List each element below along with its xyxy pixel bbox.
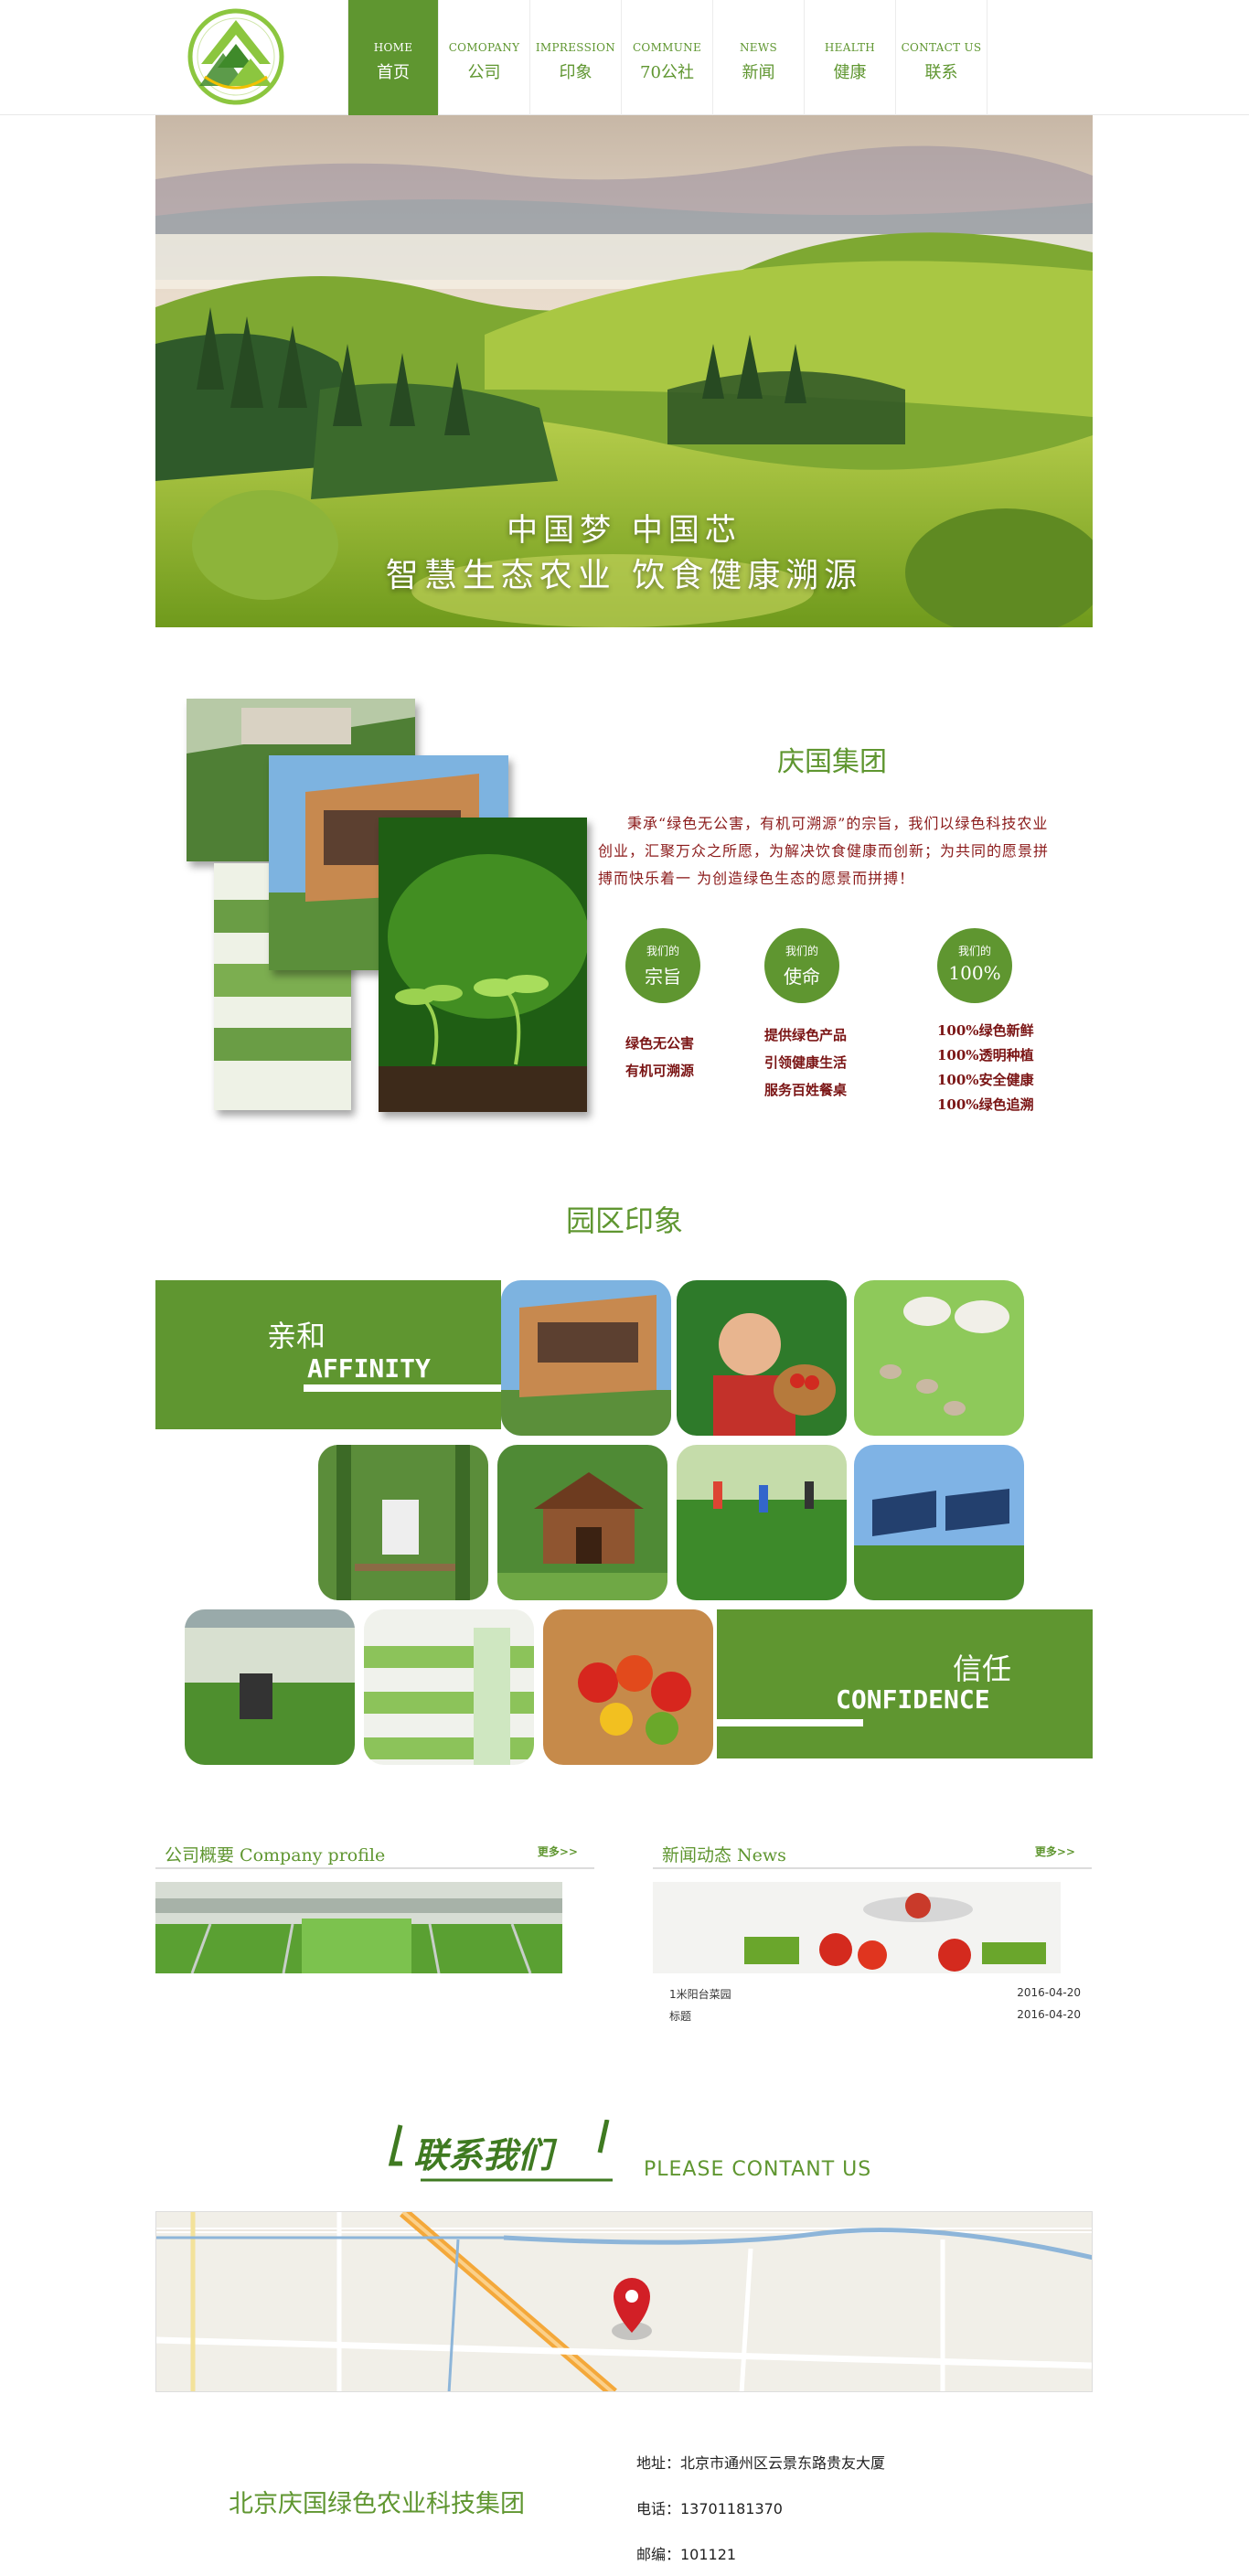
impression-photo-child-basket[interactable] <box>677 1280 847 1436</box>
nav-contact[interactable]: CONTACT US 联系 <box>896 0 987 115</box>
profile-photo[interactable] <box>155 1882 562 1974</box>
nav-company-cn: 公司 <box>467 63 501 82</box>
news-item-date: 2016-04-20 <box>1017 2008 1081 2021</box>
impression-photo-hydroponics[interactable] <box>364 1609 534 1765</box>
nav-home[interactable]: HOME 首页 <box>347 0 439 115</box>
mission-item: 服务百姓餐桌 <box>764 1082 848 1098</box>
nav-commune[interactable]: COMMUNE 70公社 <box>622 0 713 115</box>
banner-slogan-1: 中国梦 中国芯 <box>507 512 742 549</box>
impression-title: 园区印象 <box>565 1203 683 1238</box>
nav-commune-en: COMMUNE <box>632 41 702 54</box>
contact-postcode: 邮编：101121 <box>636 2546 737 2563</box>
impression-photo-cabin[interactable] <box>497 1445 667 1600</box>
nav-contact-en: CONTACT US <box>901 41 982 54</box>
contact-address: 地址：北京市通州区云景东路贵友大厦 <box>636 2454 886 2472</box>
news-item-title[interactable]: 标题 <box>669 2010 691 2023</box>
nav-health[interactable]: HEALTH 健康 <box>805 0 896 115</box>
about-photo-collage <box>187 699 589 1119</box>
impression-photo-vegetable-basket[interactable] <box>543 1609 713 1765</box>
mission-item: 引领健康生活 <box>764 1054 848 1071</box>
news-item-title[interactable]: 1米阳台菜园 <box>669 1988 731 2001</box>
affinity-en: AFFINITY <box>307 1353 431 1384</box>
location-map[interactable] <box>155 2211 1093 2392</box>
nav-impression-en: IMPRESSION <box>535 41 616 54</box>
nav-home-en: HOME <box>373 41 413 54</box>
circle-100: 我们的 100% <box>937 928 1012 1003</box>
nav-news[interactable]: NEWS 新闻 <box>713 0 805 115</box>
circle-purpose: 我们的 宗旨 <box>625 928 700 1003</box>
confidence-en: CONFIDENCE <box>836 1684 990 1715</box>
confidence-block: 信任 CONFIDENCE <box>717 1609 1093 1758</box>
nav-health-cn: 健康 <box>833 63 867 82</box>
profile-more-link[interactable]: 更多>> <box>538 1844 578 1859</box>
impression-photo-field-workers[interactable] <box>677 1445 847 1600</box>
company-name: 北京庆国绿色农业科技集团 <box>229 2490 525 2518</box>
nav-contact-cn: 联系 <box>924 63 958 82</box>
impression-photo-building[interactable] <box>501 1280 671 1436</box>
main-nav: HOME 首页 COMOPANY 公司 IMPRESSION 印象 COMMUN… <box>347 0 987 115</box>
hero-banner: 中国梦 中国芯 智慧生态农业 饮食健康溯源 <box>155 115 1093 627</box>
impression-photo-solar[interactable] <box>854 1445 1024 1600</box>
percent-item: 100%安全健康 <box>937 1072 1034 1088</box>
contact-title-en: PLEASE CONTANT US <box>644 2158 872 2181</box>
circle-mission: 我们的 使命 <box>764 928 839 1003</box>
impression-photo-rope-bridge[interactable] <box>318 1445 488 1600</box>
nav-home-cn: 首页 <box>377 63 410 82</box>
confidence-cn: 信任 <box>953 1651 1012 1686</box>
circle-mission-big: 使命 <box>784 966 820 988</box>
purpose-item: 绿色无公害 <box>625 1035 695 1052</box>
circle-mission-small: 我们的 <box>785 945 818 957</box>
news-header: 新闻动态 News 更多>> <box>653 1836 1092 1869</box>
nav-company[interactable]: COMOPANY 公司 <box>439 0 530 115</box>
nav-company-en: COMOPANY <box>448 41 520 54</box>
mission-item: 提供绿色产品 <box>764 1027 848 1043</box>
purpose-list: 绿色无公害 有机可溯源 <box>625 1030 694 1085</box>
mission-list: 提供绿色产品 引领健康生活 服务百姓餐桌 <box>764 1021 847 1104</box>
contact-title-cn: 联系我们 <box>413 2135 553 2175</box>
nav-news-en: NEWS <box>739 41 777 54</box>
circle-100-small: 我们的 <box>957 945 991 957</box>
nav-news-cn: 新闻 <box>742 63 775 82</box>
nav-impression-cn: 印象 <box>559 63 592 82</box>
news-more-link[interactable]: 更多>> <box>1035 1844 1075 1859</box>
news-item-date: 2016-04-20 <box>1017 1986 1081 1999</box>
impression-photo-greenhouse-picker[interactable] <box>185 1609 355 1765</box>
confidence-underline <box>717 1719 863 1726</box>
circle-purpose-small: 我们的 <box>646 945 679 957</box>
contact-phone: 电话：13701181370 <box>636 2500 783 2517</box>
profile-header: 公司概要 Company profile 更多>> <box>155 1836 594 1869</box>
circle-100-big: 100% <box>948 962 1001 984</box>
nav-commune-cn: 70公社 <box>640 63 694 82</box>
percent-item: 100%透明种植 <box>937 1047 1034 1064</box>
percent-item: 100%绿色追溯 <box>937 1096 1034 1113</box>
news-title: 新闻动态 News <box>662 1845 786 1865</box>
nav-health-en: HEALTH <box>824 41 876 54</box>
impression-photo-ducks-sheep[interactable] <box>854 1280 1024 1436</box>
purpose-item: 有机可溯源 <box>625 1063 695 1079</box>
about-description: 秉承“绿色无公害，有机可溯源”的宗旨，我们以绿色科技农业创业，汇聚万众之所愿，为… <box>598 815 1050 887</box>
news-item[interactable]: 标题 2016-04-20 <box>669 2008 1081 2024</box>
news-item[interactable]: 1米阳台菜园 2016-04-20 <box>669 1986 1081 2002</box>
profile-title: 公司概要 Company profile <box>165 1845 386 1865</box>
percent-item: 100%绿色新鲜 <box>937 1022 1034 1039</box>
banner-slogan-2: 智慧生态农业 饮食健康溯源 <box>385 557 863 594</box>
about-title: 庆国集团 <box>777 746 887 778</box>
sprout-photo <box>379 818 589 1112</box>
news-photo[interactable] <box>653 1882 1061 1973</box>
percent-list: 100%绿色新鲜 100%透明种植 100%安全健康 100%绿色追溯 <box>937 1019 1034 1117</box>
site-header: HOME 首页 COMOPANY 公司 IMPRESSION 印象 COMMUN… <box>0 0 1249 115</box>
nav-impression[interactable]: IMPRESSION 印象 <box>530 0 622 115</box>
company-logo[interactable] <box>187 7 285 106</box>
affinity-cn: 亲和 <box>267 1319 326 1353</box>
affinity-underline <box>304 1384 501 1392</box>
affinity-block: 亲和 AFFINITY <box>155 1280 501 1429</box>
circle-purpose-big: 宗旨 <box>645 966 681 988</box>
